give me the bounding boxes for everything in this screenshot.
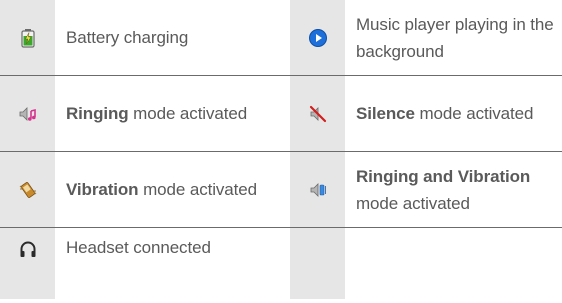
icon-cell [290, 76, 345, 152]
description-emphasis: Ringing [66, 104, 129, 123]
description-emphasis: Silence [356, 104, 415, 123]
description-cell: Ringing mode activated [55, 76, 272, 152]
column-gap [272, 152, 290, 228]
description-emphasis: Vibration [66, 180, 139, 199]
empty-description-cell [345, 228, 562, 299]
description-text: mode activated [414, 104, 534, 123]
description-text: Headset connected [66, 238, 211, 257]
column-gap [272, 76, 290, 152]
icon-cell [290, 152, 345, 228]
description-text: Battery charging [66, 28, 189, 47]
description-cell: Battery charging [55, 0, 272, 76]
icon-cell [290, 0, 345, 76]
description-emphasis: Ringing and Vibration [356, 166, 531, 186]
description-cell: Vibration mode activated [55, 152, 272, 228]
headset-icon [20, 241, 35, 257]
status-icon-table: Battery charging Music player playing in… [0, 0, 562, 299]
ringing-mode-icon [19, 106, 36, 121]
table-row: Ringing mode activated Silence mode acti… [0, 76, 562, 152]
column-gap [272, 228, 290, 299]
icon-cell [0, 0, 55, 76]
ringing-and-vibration-icon [310, 182, 326, 197]
column-gap [272, 0, 290, 76]
description-cell: Silence mode activated [345, 76, 562, 152]
description-text: mode activated [356, 193, 470, 213]
description-cell: Headset connected [55, 228, 272, 299]
description-text: mode activated [128, 104, 248, 123]
icon-cell [0, 76, 55, 152]
empty-icon-cell [290, 228, 345, 299]
battery-charging-icon [20, 28, 35, 48]
description-cell: Ringing and Vibration mode activated [345, 152, 562, 228]
vibration-mode-icon [19, 181, 36, 198]
description-cell: Music player playing in the background [345, 0, 562, 76]
table-row: Vibration mode activated Ringing and Vib… [0, 152, 562, 228]
icon-cell [0, 228, 55, 299]
table-row: Battery charging Music player playing in… [0, 0, 562, 76]
description-text: Music player playing in the background [356, 14, 554, 61]
music-playing-icon [308, 28, 327, 47]
table-row: Headset connected [0, 228, 562, 299]
description-text: mode activated [138, 180, 257, 199]
icon-cell [0, 152, 55, 228]
silence-mode-icon [309, 105, 326, 122]
